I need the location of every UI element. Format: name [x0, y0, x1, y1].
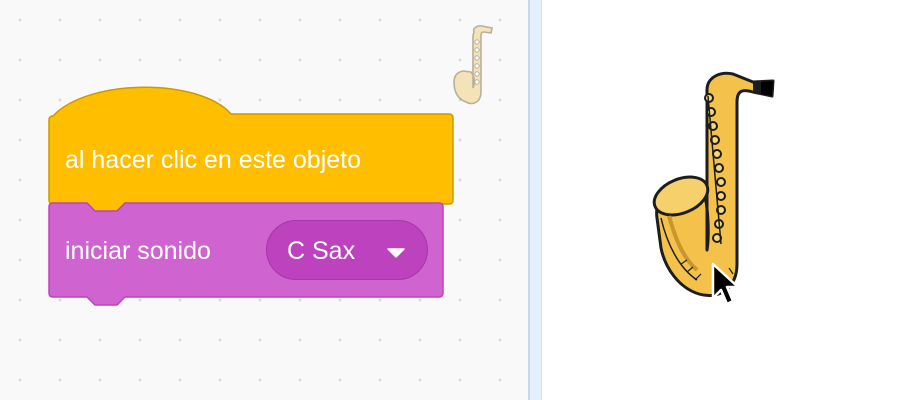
stack-block-label: iniciar sonido — [65, 237, 211, 265]
workspace-stage-divider — [528, 0, 542, 400]
triangle-down-icon — [387, 248, 405, 258]
sprite-thumbnail-saxophone-icon[interactable] — [448, 22, 498, 106]
hat-block-label: al hacer clic en este objeto — [65, 146, 362, 174]
stage[interactable] — [543, 0, 900, 400]
mouse-pointer-icon — [711, 262, 740, 306]
sound-dropdown-value: C Sax — [287, 237, 356, 265]
sound-dropdown[interactable]: C Sax — [266, 220, 428, 280]
code-workspace[interactable]: al hacer clic en este objeto iniciar son… — [0, 0, 530, 400]
